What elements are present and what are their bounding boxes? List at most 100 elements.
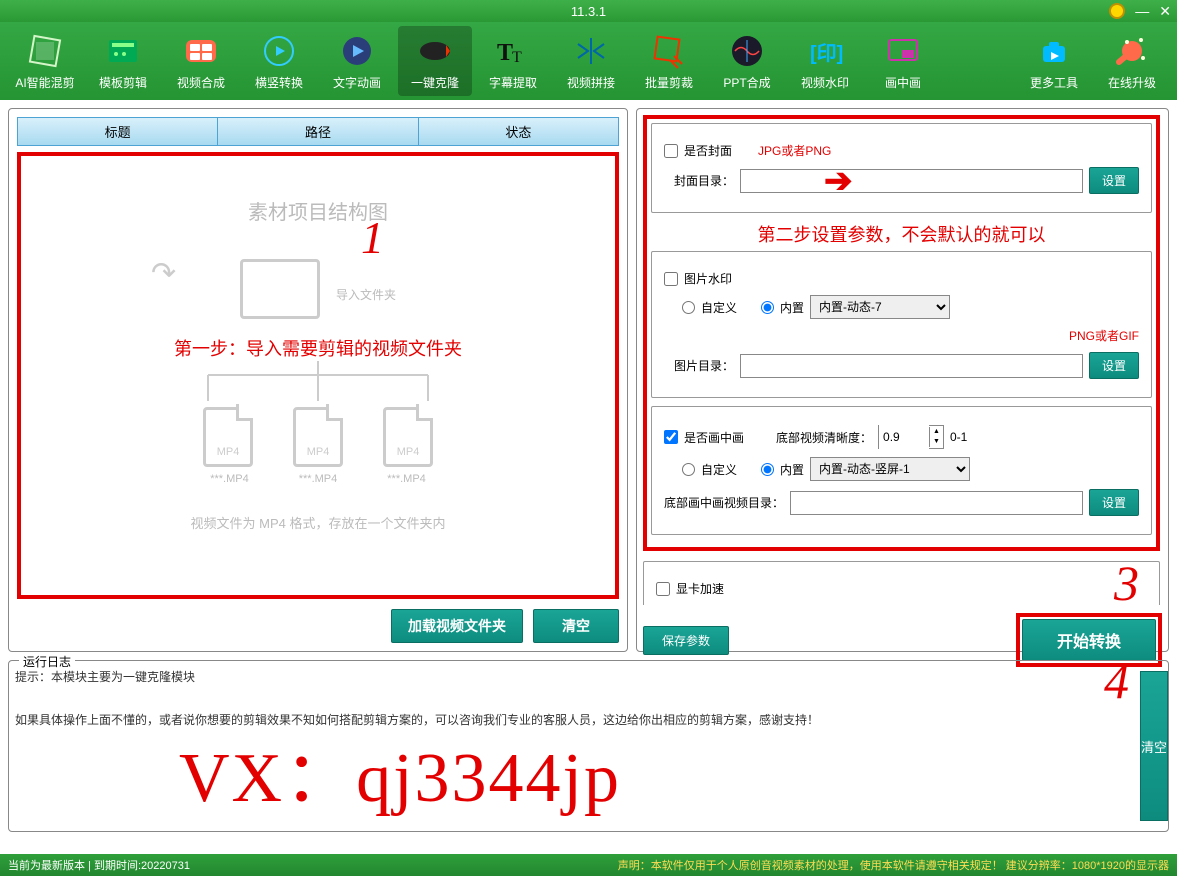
step4-redbox: 开始转换 (1016, 613, 1162, 667)
pip-builtin-select[interactable]: 内置-动态-竖屏-1 (810, 457, 970, 481)
pip-group: 是否画中画 底部视频清晰度： ▲▼ 0-1 自定义 内置 内置-动态-竖屏-1 (651, 406, 1152, 535)
cover-dir-label: 封面目录： (664, 172, 734, 189)
tool-compose[interactable]: 视频合成 (164, 26, 238, 96)
watermark-builtin-label: 内置 (780, 299, 804, 316)
mp4-captions: ***.MP4 ***.MP4 ***.MP4 (210, 467, 426, 485)
mp4-icon: MP4 (383, 407, 433, 467)
spin-up[interactable]: ▲ (929, 427, 943, 437)
import-hint: 导入文件夹 (336, 286, 396, 303)
gpu-checkbox[interactable] (656, 582, 670, 596)
cover-label: 是否封面 (684, 142, 732, 159)
cover-group: 是否封面 JPG或者PNG 封面目录： 设置 ➔ (651, 123, 1152, 213)
drop-area[interactable]: 素材项目结构图 1 ↷ 导入文件夹 第一步：导入需要剪辑的视频文件夹 MP4 M… (17, 152, 619, 599)
watermark-builtin-select[interactable]: 内置-动态-7 (810, 295, 950, 319)
mp4-row: MP4 MP4 MP4 (203, 407, 433, 467)
watermark-checkbox[interactable] (664, 272, 678, 286)
left-panel: 标题 路径 状态 素材项目结构图 1 ↷ 导入文件夹 第一步：导入需要剪辑的视频… (8, 108, 628, 652)
clarity-input[interactable] (879, 425, 929, 449)
log-frame: 运行日志 提示：本模块主要为一键克隆模块 如果具体操作上面不懂的，或者说你想要的… (8, 660, 1169, 832)
svg-text:[印]: [印] (810, 42, 843, 65)
svg-text:T: T (512, 49, 522, 66)
pip-custom-label: 自定义 (701, 461, 737, 478)
tool-more[interactable]: 更多工具 (1017, 26, 1091, 96)
status-right: 声明：本软件仅用于个人原创音视频素材的处理，使用本软件请遵守相关规定！ 建议分辨… (618, 857, 1169, 873)
settings-scroll[interactable]: 是否封面 JPG或者PNG 封面目录： 设置 ➔ 第二步设置参数，不会默认的就可… (643, 115, 1162, 605)
col-status[interactable]: 状态 (419, 118, 618, 145)
pip-label: 是否画中画 (684, 429, 744, 446)
app-version: 11.3.1 (571, 4, 606, 19)
format-note: 视频文件为 MP4 格式，存放在一个文件夹内 (191, 513, 446, 532)
annotation-3: 3 (1114, 554, 1139, 605)
cover-format: JPG或者PNG (758, 142, 831, 159)
svg-text:T: T (497, 40, 513, 66)
tool-upgrade[interactable]: 在线升级 (1095, 26, 1169, 96)
log-legend: 运行日志 (19, 653, 75, 670)
spin-down[interactable]: ▼ (929, 437, 943, 447)
gpu-label: 显卡加速 (676, 580, 724, 597)
annotation-arrow-2: ➔ (824, 161, 853, 201)
step2-text: 第二步设置参数，不会默认的就可以 (651, 221, 1152, 247)
col-path[interactable]: 路径 (218, 118, 418, 145)
clarity-label: 底部视频清晰度： (776, 429, 872, 446)
tool-rotate[interactable]: 横竖转换 (242, 26, 316, 96)
tool-watermark[interactable]: [印]视频水印 (788, 26, 862, 96)
pip-checkbox[interactable] (664, 430, 678, 444)
log-clear-button[interactable]: 清空 (1140, 671, 1168, 821)
load-folder-button[interactable]: 加载视频文件夹 (391, 609, 523, 643)
step2-redbox: 是否封面 JPG或者PNG 封面目录： 设置 ➔ 第二步设置参数，不会默认的就可… (643, 115, 1160, 551)
watermark-group: 图片水印 自定义 内置 内置-动态-7 PNG或者GIF 图片目录： (651, 251, 1152, 398)
tool-text-anim[interactable]: 文字动画 (320, 26, 394, 96)
tool-ppt[interactable]: PPT合成 (710, 26, 784, 96)
vx-watermark: VX：qj3344jp (179, 721, 621, 822)
tool-ai-mix[interactable]: AI智能混剪 (8, 26, 82, 96)
status-bar: 当前为最新版本 | 到期时间:20220731 声明：本软件仅用于个人原创音视频… (0, 854, 1177, 876)
tool-concat[interactable]: 视频拼接 (554, 26, 628, 96)
tool-batch-crop[interactable]: 批量剪裁 (632, 26, 706, 96)
watermark-format: PNG或者GIF (1069, 329, 1139, 343)
pip-dir-input[interactable] (790, 491, 1083, 515)
watermark-custom-label: 自定义 (701, 299, 737, 316)
clarity-range: 0-1 (950, 430, 967, 444)
mp4-icon: MP4 (293, 407, 343, 467)
log-section: 4 运行日志 提示：本模块主要为一键克隆模块 如果具体操作上面不懂的，或者说你想… (8, 660, 1169, 832)
pip-builtin-radio[interactable] (761, 463, 774, 476)
cover-set-button[interactable]: 设置 (1089, 167, 1139, 194)
tool-subtitle[interactable]: TT字幕提取 (476, 26, 550, 96)
log-content: 提示：本模块主要为一键克隆模块 如果具体操作上面不懂的，或者说你想要的剪辑效果不… (15, 667, 1162, 732)
cover-checkbox[interactable] (664, 144, 678, 158)
tree-lines (168, 361, 468, 401)
clear-button[interactable]: 清空 (533, 609, 619, 643)
watermark-dir-label: 图片目录： (664, 357, 734, 374)
tool-clone[interactable]: 一键克隆 (398, 26, 472, 96)
cover-dir-input[interactable] (740, 169, 1083, 193)
output-group: 显卡加速 3 存储输出： 第三步设置输出路径 设置 (643, 561, 1160, 605)
watermark-dir-input[interactable] (740, 354, 1083, 378)
file-grid-header: 标题 路径 状态 (17, 117, 619, 146)
save-params-button[interactable]: 保存参数 (643, 626, 729, 655)
pip-dir-label: 底部画中画视频目录： (664, 494, 784, 511)
annotation-1: 1 (361, 211, 384, 264)
tool-template[interactable]: 模板剪辑 (86, 26, 160, 96)
watermark-builtin-radio[interactable] (761, 301, 774, 314)
mp4-icon: MP4 (203, 407, 253, 467)
arrow-icon: ↷ (151, 256, 176, 291)
watermark-label: 图片水印 (684, 270, 732, 287)
tool-pip[interactable]: 画中画 (866, 26, 940, 96)
pip-set-button[interactable]: 设置 (1089, 489, 1139, 516)
title-bar: 11.3.1 — ✕ (0, 0, 1177, 22)
start-button[interactable]: 开始转换 (1022, 619, 1156, 661)
watermark-set-button[interactable]: 设置 (1089, 352, 1139, 379)
step1-text: 第一步：导入需要剪辑的视频文件夹 (174, 335, 462, 361)
pip-custom-radio[interactable] (682, 463, 695, 476)
watermark-custom-radio[interactable] (682, 301, 695, 314)
clarity-spinner[interactable]: ▲▼ (878, 425, 944, 449)
close-button[interactable]: ✕ (1159, 3, 1171, 20)
pip-builtin-label: 内置 (780, 461, 804, 478)
col-title[interactable]: 标题 (18, 118, 218, 145)
status-left: 当前为最新版本 | 到期时间:20220731 (8, 857, 190, 873)
right-panel: 是否封面 JPG或者PNG 封面目录： 设置 ➔ 第二步设置参数，不会默认的就可… (636, 108, 1169, 652)
folder-icon (240, 259, 320, 319)
minimize-button[interactable]: — (1135, 3, 1149, 19)
medal-icon (1109, 3, 1125, 19)
main-toolbar: AI智能混剪 模板剪辑 视频合成 横竖转换 文字动画 一键克隆 TT字幕提取 视… (0, 22, 1177, 100)
